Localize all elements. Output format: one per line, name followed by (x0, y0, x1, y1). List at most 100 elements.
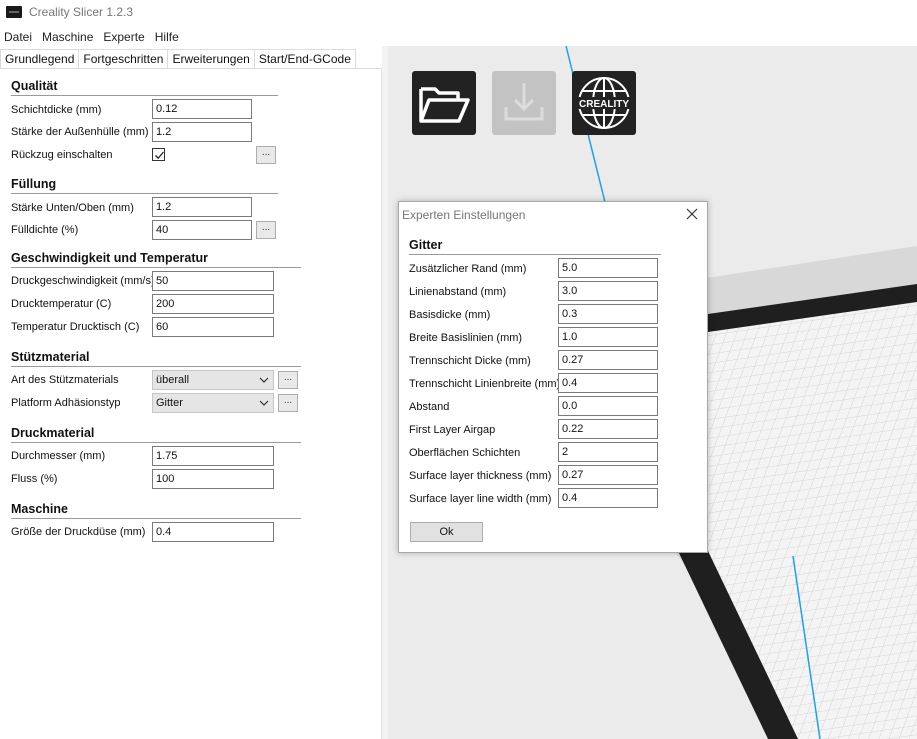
dialog-title: Experten Einstellungen (402, 208, 526, 222)
settings-tabs: Grundlegend Fortgeschritten Erweiterunge… (0, 49, 356, 69)
dialog-row-input[interactable]: 5.0 (558, 258, 658, 278)
section-divider (11, 366, 301, 367)
section-title-fuellung: Füllung (11, 177, 57, 191)
chevron-down-icon (259, 400, 269, 406)
dialog-row-label: Zusätzlicher Rand (mm) (409, 263, 527, 275)
stuetzart-value: überall (156, 374, 190, 386)
section-divider (11, 442, 301, 443)
menu-bar: Datei Maschine Experte Hilfe (0, 28, 185, 46)
creality-logo-text: CREALITY (579, 99, 629, 110)
menu-datei[interactable]: Datei (0, 30, 38, 44)
dialog-row-input[interactable]: 3.0 (558, 281, 658, 301)
checkmark-icon (155, 151, 164, 160)
tab-grundlegend[interactable]: Grundlegend (0, 49, 80, 69)
globe-icon: CREALITY (576, 77, 632, 129)
fuelldichte-input[interactable]: 40 (152, 220, 252, 240)
fuelldichte-settings-button[interactable]: ... (256, 221, 276, 239)
menu-maschine[interactable]: Maschine (38, 30, 99, 44)
label-rueckzug: Rückzug einschalten (11, 149, 113, 161)
drucktemperatur-input[interactable]: 200 (152, 294, 274, 314)
dialog-row-input[interactable]: 0.3 (558, 304, 658, 324)
rueckzug-checkbox[interactable] (152, 148, 165, 161)
section-title-druckmaterial: Druckmaterial (11, 426, 95, 440)
rueckzug-settings-button[interactable]: ... (256, 146, 276, 164)
drucktisch-input[interactable]: 60 (152, 317, 274, 337)
dialog-row-label: Oberflächen Schichten (409, 447, 521, 459)
fluss-input[interactable]: 100 (152, 469, 274, 489)
dialog-row-input[interactable]: 1.0 (558, 327, 658, 347)
dialog-row-label: Breite Basislinien (mm) (409, 332, 523, 344)
menu-experte[interactable]: Experte (99, 30, 150, 44)
section-divider (11, 518, 301, 519)
durchmesser-input[interactable]: 1.75 (152, 446, 274, 466)
schichtdicke-input[interactable]: 0.12 (152, 99, 252, 119)
download-icon (504, 83, 544, 121)
label-adhaesion: Platform Adhäsionstyp (11, 397, 121, 409)
dialog-row-input[interactable]: 0.27 (558, 350, 658, 370)
dialog-row-input[interactable]: 0.27 (558, 465, 658, 485)
dialog-row-label: Trennschicht Linienbreite (mm) (409, 378, 561, 390)
window-title: Creality Slicer 1.2.3 (29, 5, 134, 19)
creality-cloud-button[interactable]: CREALITY (572, 71, 636, 135)
adhaesion-select[interactable]: Gitter (152, 393, 274, 413)
app-icon (6, 6, 22, 18)
settings-panel: Grundlegend Fortgeschritten Erweiterunge… (0, 46, 388, 739)
label-fuelldichte: Fülldichte (%) (11, 224, 79, 236)
dialog-row-label: First Layer Airgap (409, 424, 496, 436)
adhaesion-settings-button[interactable]: ... (278, 394, 298, 412)
section-title-geschwindigkeit: Geschwindigkeit und Temperatur (11, 251, 209, 265)
stuetzart-settings-button[interactable]: ... (278, 371, 298, 389)
label-duese: Größe der Druckdüse (mm) (11, 526, 146, 538)
dialog-row-input[interactable]: 0.4 (558, 373, 658, 393)
label-druckgeschwindigkeit: Druckgeschwindigkeit (mm/s) (11, 275, 155, 287)
dialog-row-input[interactable]: 2 (558, 442, 658, 462)
label-drucktisch: Temperatur Drucktisch (C) (11, 321, 140, 333)
dialog-row-label: Trennschicht Dicke (mm) (409, 355, 531, 367)
label-durchmesser: Durchmesser (mm) (11, 450, 106, 462)
tab-divider (0, 68, 382, 69)
experten-einstellungen-dialog: Experten Einstellungen Gitter Zusätzlich… (398, 201, 708, 553)
dialog-row-input[interactable]: 0.22 (558, 419, 658, 439)
section-title-qualitaet: Qualität (11, 79, 58, 93)
label-stuetzart: Art des Stützmaterials (11, 374, 119, 386)
folder-icon (419, 87, 470, 123)
ok-button[interactable]: Ok (410, 522, 483, 542)
stuetzart-select[interactable]: überall (152, 370, 274, 390)
aussenhuelle-input[interactable]: 1.2 (152, 122, 252, 142)
dialog-row-label: Linienabstand (mm) (409, 286, 507, 298)
section-divider (11, 95, 278, 96)
dialog-row-label: Basisdicke (mm) (409, 309, 491, 321)
tab-erweiterungen[interactable]: Erweiterungen (167, 49, 255, 69)
section-divider (11, 193, 278, 194)
dialog-titlebar: Experten Einstellungen (399, 202, 707, 227)
label-schichtdicke: Schichtdicke (mm) (11, 104, 102, 116)
save-gcode-button[interactable] (492, 71, 556, 135)
section-divider (11, 267, 301, 268)
section-title-stuetzmaterial: Stützmaterial (11, 350, 90, 364)
section-title-maschine: Maschine (11, 502, 68, 516)
dialog-body: Gitter Zusätzlicher Rand (mm) 5.0 Linien… (399, 227, 707, 552)
unten-oben-input[interactable]: 1.2 (152, 197, 252, 217)
label-drucktemperatur: Drucktemperatur (C) (11, 298, 112, 310)
duese-input[interactable]: 0.4 (152, 522, 274, 542)
close-icon[interactable] (685, 207, 699, 221)
druckgeschwindigkeit-input[interactable]: 50 (152, 271, 274, 291)
tab-start-end-gcode[interactable]: Start/End-GCode (253, 49, 356, 69)
dialog-row-label: Abstand (409, 401, 450, 413)
dialog-section-title: Gitter (409, 238, 443, 252)
menu-hilfe[interactable]: Hilfe (151, 30, 185, 44)
build-plate-grid (694, 294, 917, 739)
label-unten-oben: Stärke Unten/Oben (mm) (11, 202, 134, 214)
dialog-row-input[interactable]: 0.4 (558, 488, 658, 508)
label-fluss: Fluss (%) (11, 473, 58, 485)
dialog-row-label: Surface layer line width (mm) (409, 493, 552, 505)
section-divider (409, 254, 661, 255)
dialog-row-input[interactable]: 0.0 (558, 396, 658, 416)
label-aussenhuelle: Stärke der Außenhülle (mm) (11, 126, 149, 138)
chevron-down-icon (259, 377, 269, 383)
title-bar: Creality Slicer 1.2.3 (0, 0, 917, 24)
adhaesion-value: Gitter (156, 397, 183, 409)
dialog-row-label: Surface layer thickness (mm) (409, 470, 552, 482)
open-file-button[interactable] (412, 71, 476, 135)
tab-fortgeschritten[interactable]: Fortgeschritten (78, 49, 169, 69)
